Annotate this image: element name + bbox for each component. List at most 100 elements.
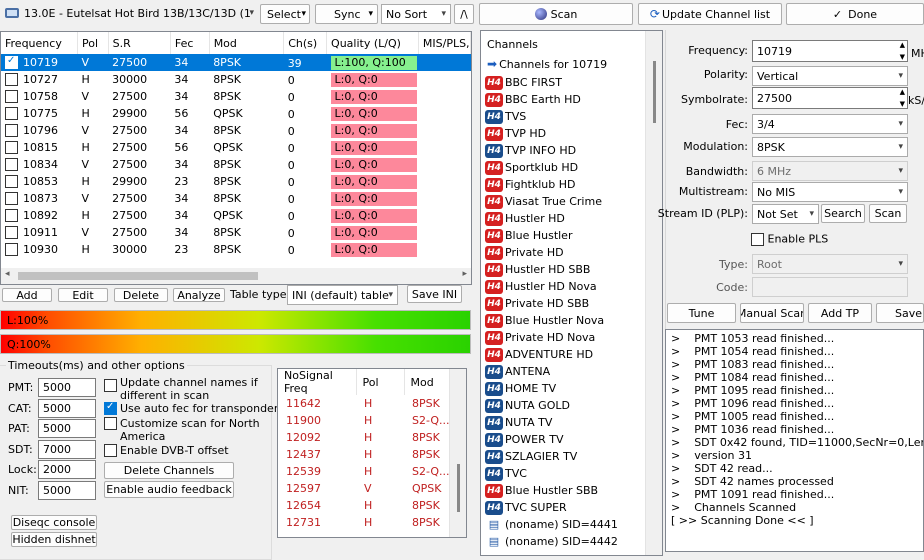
column-header[interactable]: NoSignal Freq <box>278 369 357 395</box>
symbolrate-input[interactable]: 27500 ▲ ▼ <box>752 87 908 109</box>
row-checkbox[interactable] <box>5 90 18 104</box>
channel-group[interactable]: ➡ Channels for 10719 <box>487 56 607 73</box>
channel-item[interactable]: H4 NUTA TV <box>485 414 618 431</box>
edit-button[interactable]: Edit <box>58 288 108 302</box>
channel-item[interactable]: H4 TVC <box>485 465 618 482</box>
channel-item[interactable]: H4 Fightklub HD <box>485 176 618 193</box>
channel-item[interactable]: H4 Hustler HD <box>485 210 618 227</box>
channel-item[interactable]: ▤ (noname) SID=4442 <box>485 533 618 550</box>
option-customize-na[interactable]: Customize scan for North America <box>104 417 274 443</box>
table-row[interactable]: 12654 H 8PSK <box>278 497 450 514</box>
channel-item[interactable]: H4 ADVENTURE HD <box>485 346 618 363</box>
row-checkbox[interactable] <box>5 175 18 189</box>
timeout-input[interactable]: 7000 <box>38 439 96 459</box>
column-header[interactable]: Pol <box>356 369 405 395</box>
scrollbar-thumb[interactable] <box>457 464 460 512</box>
multistream-select[interactable]: No MIS ▾ <box>752 182 908 202</box>
row-checkbox[interactable] <box>5 243 18 257</box>
channel-item[interactable]: H4 TVP INFO HD <box>485 142 618 159</box>
update-channel-list-button[interactable]: ⟳ Update Channel list <box>638 3 782 25</box>
channel-item[interactable]: H4 TVP HD <box>485 125 618 142</box>
diseqc-console-button[interactable]: Diseqc console <box>11 515 97 530</box>
column-header[interactable]: Ch(s) <box>283 32 328 54</box>
channel-item[interactable]: H4 TVC SUPER <box>485 499 618 516</box>
frequency-input[interactable]: 10719 ▲ ▼ <box>752 40 908 62</box>
scroll-right-icon[interactable]: ▸ <box>462 269 467 279</box>
delete-button[interactable]: Delete <box>114 288 168 302</box>
timeout-input[interactable]: 5000 <box>38 398 96 418</box>
channel-item[interactable]: ▤ (noname) SID=4441 <box>485 516 618 533</box>
polarity-select[interactable]: Vertical ▾ <box>752 66 908 86</box>
horizontal-scrollbar[interactable]: ◂ ▸ <box>1 268 471 284</box>
audio-feedback-button[interactable]: Enable audio feedback <box>104 481 234 498</box>
scan-button[interactable]: Scan <box>479 3 633 25</box>
nosignal-scrollbar[interactable] <box>449 369 466 537</box>
timeout-input[interactable]: 5000 <box>38 419 96 438</box>
row-checkbox[interactable] <box>5 226 18 240</box>
code-input[interactable] <box>752 277 908 297</box>
search-button[interactable]: Search <box>821 204 865 223</box>
customize-na-checkbox[interactable] <box>104 417 117 430</box>
channel-item[interactable]: H4 NUTA GOLD <box>485 397 618 414</box>
row-checkbox[interactable] <box>5 107 18 121</box>
table-type-select[interactable]: INI (default) table ▾ <box>287 285 398 305</box>
channel-item[interactable]: H4 TVS <box>485 108 618 125</box>
timeout-input[interactable]: 5000 <box>38 480 96 500</box>
channel-item[interactable]: H4 Blue Hustler <box>485 227 618 244</box>
table-row[interactable]: 10758 V 27500 34 8PSK 0 L:0, Q:0 <box>1 88 471 105</box>
auto-fec-checkbox[interactable] <box>104 401 117 415</box>
column-header[interactable]: MIS/PLS, <box>418 32 471 54</box>
table-row[interactable]: 12092 H 8PSK <box>278 429 450 446</box>
row-checkbox[interactable] <box>5 158 18 172</box>
table-row[interactable]: 11642 H 8PSK <box>278 395 450 412</box>
row-checkbox[interactable] <box>5 141 18 155</box>
select-button[interactable]: Select ▾ <box>260 4 310 24</box>
delete-channels-button[interactable]: Delete Channels <box>104 462 234 479</box>
spin-up-icon[interactable]: ▲ <box>900 41 905 49</box>
scan-log[interactable]: > PMT 1053 read finished... > PMT 1054 re… <box>665 329 924 552</box>
save-ini-button[interactable]: Save INI <box>407 285 462 303</box>
row-checkbox[interactable] <box>5 209 18 223</box>
table-row[interactable]: 11900 H S2-Q... <box>278 412 450 429</box>
row-checkbox[interactable] <box>5 73 18 87</box>
channel-item[interactable]: H4 HOME TV <box>485 380 618 397</box>
column-header[interactable]: Mod <box>404 369 451 395</box>
column-header[interactable]: Quality (L/Q) <box>326 32 419 54</box>
column-header[interactable]: Mod <box>209 32 285 54</box>
channel-item[interactable]: H4 BBC Earth HD <box>485 91 618 108</box>
tune-button[interactable]: Tune <box>667 303 736 323</box>
satellite-select[interactable]: 13.0E - Eutelsat Hot Bird 13B/13C/13D (1… <box>20 3 258 23</box>
channel-item[interactable]: H4 Private HD <box>485 244 618 261</box>
table-row[interactable]: ✓ 10719 V 27500 34 8PSK 39 L:100, Q:100 <box>1 54 471 71</box>
timeout-input[interactable]: 5000 <box>38 378 96 397</box>
channel-item[interactable]: H4 ANTENA <box>485 363 618 380</box>
dvbt-offset-checkbox[interactable] <box>104 444 117 457</box>
analyze-button[interactable]: Analyze <box>173 288 225 302</box>
channel-item[interactable]: H4 Viasat True Crime <box>485 193 618 210</box>
table-row[interactable]: 10930 H 30000 23 8PSK 0 L:0, Q:0 <box>1 241 471 258</box>
streamid-select[interactable]: Not Set ▾ <box>752 204 819 224</box>
save-button[interactable]: Save <box>876 303 924 323</box>
table-row[interactable]: 12539 H S2-Q... <box>278 463 450 480</box>
channels-scrollbar[interactable] <box>645 31 662 555</box>
add-button[interactable]: Add <box>2 288 52 302</box>
table-row[interactable]: 10727 H 30000 34 8PSK 0 L:0, Q:0 <box>1 71 471 88</box>
table-row[interactable]: 12597 V QPSK <box>278 480 450 497</box>
sort-select[interactable]: No Sort ▾ <box>381 4 451 24</box>
channel-item[interactable]: H4 Hustler HD Nova <box>485 278 618 295</box>
channel-item[interactable]: H4 Blue Hustler Nova <box>485 312 618 329</box>
modulation-select[interactable]: 8PSK ▾ <box>752 137 908 157</box>
channel-item[interactable]: H4 Hustler HD SBB <box>485 261 618 278</box>
scroll-left-icon[interactable]: ◂ <box>5 269 10 279</box>
scrollbar-thumb[interactable] <box>18 272 258 280</box>
enable-pls-checkbox[interactable] <box>751 232 764 246</box>
bandwidth-select[interactable]: 6 MHz ▾ <box>752 161 908 181</box>
row-checkbox[interactable] <box>5 124 18 138</box>
table-row[interactable]: 12731 H 8PSK <box>278 514 450 531</box>
table-row[interactable]: 12437 H 8PSK <box>278 446 450 463</box>
spin-down-icon[interactable]: ▼ <box>900 100 905 108</box>
scrollbar-thumb[interactable] <box>653 61 656 123</box>
column-header[interactable]: Frequency <box>1 32 79 54</box>
table-row[interactable]: 10892 H 27500 34 QPSK 0 L:0, Q:0 <box>1 207 471 224</box>
spin-up-icon[interactable]: ▲ <box>900 88 905 96</box>
